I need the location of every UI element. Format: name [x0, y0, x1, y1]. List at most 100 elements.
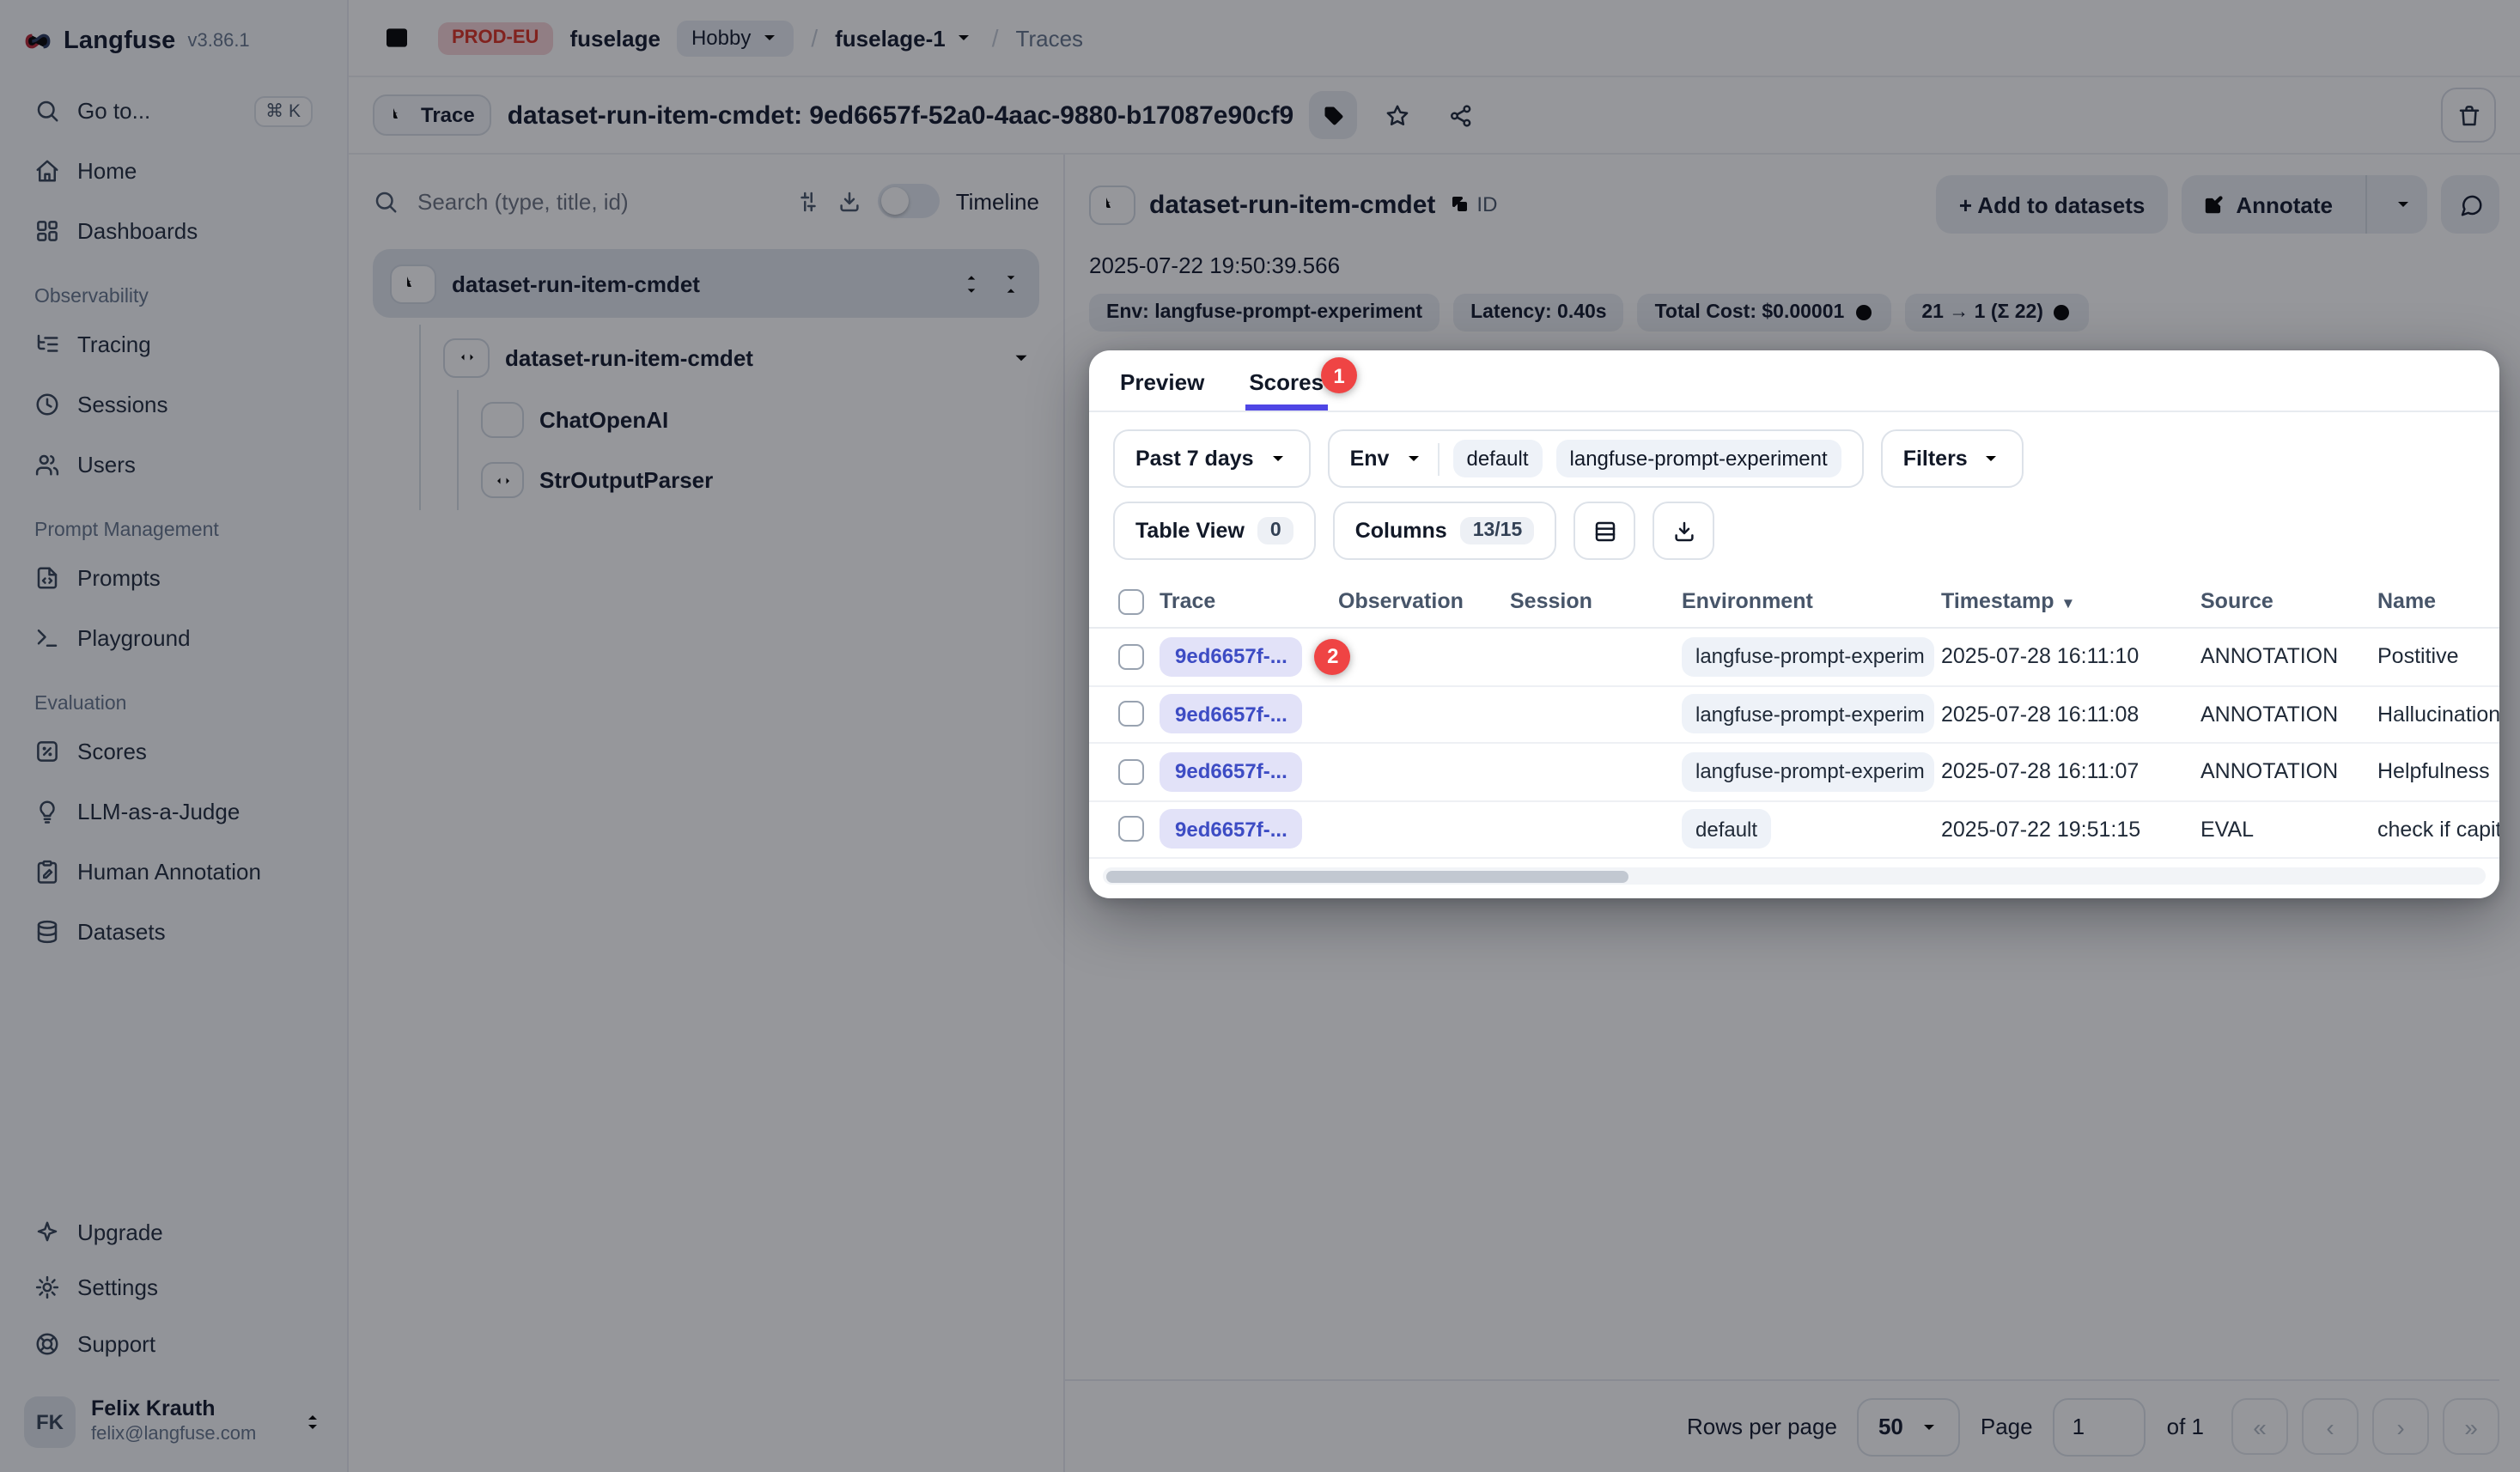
row-checkbox[interactable] — [1118, 759, 1144, 785]
annotate-dropdown-button[interactable] — [2379, 175, 2427, 234]
row-height-button[interactable] — [1573, 502, 1635, 560]
tab-preview[interactable]: Preview — [1117, 366, 1208, 411]
add-to-datasets-button[interactable]: + Add to datasets — [1937, 175, 2167, 234]
copy-id-button[interactable]: ID — [1449, 192, 1497, 216]
rows-per-page-select[interactable]: 50 — [1858, 1397, 1960, 1456]
breadcrumb-section: Traces — [1016, 25, 1084, 51]
tree-node-child[interactable]: dataset-run-item-cmdet — [421, 325, 1039, 390]
breadcrumb-separator: / — [811, 24, 818, 52]
sidebar-item-playground[interactable]: Playground — [21, 612, 326, 664]
page-label: Page — [1981, 1414, 2033, 1439]
chevron-down-icon — [1268, 448, 1288, 469]
col-observation[interactable]: Observation — [1338, 589, 1510, 613]
download-icon[interactable] — [837, 188, 863, 214]
trace-title: dataset-run-item-cmdet: 9ed6657f-52a0-4a… — [508, 100, 1293, 130]
col-name[interactable]: Name — [2377, 589, 2499, 613]
chevron-down-icon[interactable] — [1010, 346, 1032, 368]
tab-scores[interactable]: Scores — [1245, 366, 1327, 411]
col-trace[interactable]: Trace — [1160, 589, 1338, 613]
col-timestamp[interactable]: Timestamp▼ — [1941, 589, 2200, 613]
sidebar-item-settings[interactable]: Settings — [21, 1262, 326, 1313]
sidebar-item-label: Support — [77, 1330, 155, 1356]
breadcrumb-project[interactable]: fuselage-1 — [835, 25, 975, 51]
table-row[interactable]: 9ed6657f-... langfuse-prompt-experim 202… — [1089, 686, 2499, 744]
file-code-icon — [34, 565, 60, 591]
last-page-button[interactable]: » — [2443, 1398, 2499, 1455]
env-chip-default[interactable]: default — [1452, 440, 1542, 477]
env-filter[interactable]: Env default langfuse-prompt-experiment — [1328, 429, 1864, 488]
info-icon[interactable] — [2052, 302, 2073, 323]
sidebar-item-prompts[interactable]: Prompts — [21, 552, 326, 604]
first-page-icon: « — [2253, 1413, 2267, 1440]
col-session[interactable]: Session — [1510, 589, 1682, 613]
columns-button[interactable]: Columns 13/15 — [1333, 502, 1557, 560]
clock-icon — [34, 392, 60, 417]
sidebar-item-datasets[interactable]: Datasets — [21, 906, 326, 958]
sidebar-item-sessions[interactable]: Sessions — [21, 379, 326, 430]
page-input[interactable] — [2054, 1397, 2146, 1456]
filters-button[interactable]: Filters — [1881, 429, 2024, 488]
col-environment[interactable]: Environment — [1682, 589, 1941, 613]
col-source[interactable]: Source — [2200, 589, 2377, 613]
plan-badge[interactable]: Hobby — [678, 20, 794, 56]
sidebar-item-label: Scores — [77, 739, 147, 764]
timeline-toggle[interactable] — [879, 184, 940, 218]
fold-vertical-icon[interactable] — [1000, 272, 1022, 295]
trace-id-chip[interactable]: 9ed6657f-... — [1160, 810, 1303, 849]
share-button[interactable] — [1436, 91, 1484, 139]
delete-trace-button[interactable] — [2441, 88, 2496, 143]
sidebar-item-scores[interactable]: Scores — [21, 726, 326, 777]
select-all-checkbox[interactable] — [1118, 588, 1144, 614]
tree-node-generation[interactable]: ChatOpenAI — [459, 390, 1039, 450]
comments-button[interactable] — [2441, 175, 2499, 234]
info-icon[interactable] — [1853, 302, 1873, 323]
name-cell: Postitive — [2377, 645, 2499, 669]
table-row[interactable]: 9ed6657f-... langfuse-prompt-experim 202… — [1089, 744, 2499, 801]
trace-id-chip[interactable]: 9ed6657f-... — [1160, 752, 1303, 792]
chevron-down-icon — [954, 27, 975, 48]
tree-search-input[interactable] — [414, 186, 781, 216]
tag-button[interactable] — [1309, 91, 1357, 139]
timeline-label: Timeline — [956, 188, 1039, 214]
export-button[interactable] — [1653, 502, 1714, 560]
trace-id-chip[interactable]: 9ed6657f-... — [1160, 637, 1303, 677]
horizontal-scrollbar[interactable] — [1103, 867, 2486, 885]
brand[interactable]: Langfuse v3.86.1 — [24, 15, 323, 67]
env-chip-experiment[interactable]: langfuse-prompt-experiment — [1556, 440, 1841, 477]
scrollbar-thumb[interactable] — [1106, 870, 1628, 882]
tree-node-root[interactable]: dataset-run-item-cmdet — [373, 249, 1039, 318]
user-menu[interactable]: FK Felix Krauth felix@langfuse.com — [21, 1393, 326, 1451]
toggle-sidebar-button[interactable] — [373, 14, 421, 62]
sidebar-item-upgrade[interactable]: Upgrade — [21, 1206, 326, 1257]
unfold-vertical-icon[interactable] — [960, 272, 983, 295]
message-bubble-icon — [2457, 192, 2483, 217]
goto-search[interactable]: Go to... ⌘ K — [21, 85, 326, 137]
sidebar-item-tracing[interactable]: Tracing — [21, 319, 326, 370]
table-row[interactable]: 9ed6657f-... default 2025-07-22 19:51:15… — [1089, 801, 2499, 859]
download-icon — [1671, 518, 1696, 544]
date-range-filter[interactable]: Past 7 days — [1113, 429, 1311, 488]
row-checkbox[interactable] — [1118, 644, 1144, 670]
prev-page-button[interactable]: ‹ — [2302, 1398, 2359, 1455]
row-checkbox[interactable] — [1118, 817, 1144, 842]
tree-node-span[interactable]: StrOutputParser — [459, 450, 1039, 510]
breadcrumb-org[interactable]: fuselage — [569, 25, 660, 51]
table-view-button[interactable]: Table View 0 — [1113, 502, 1316, 560]
annotate-split-button[interactable]: Annotate — [2181, 175, 2427, 234]
sidebar-item-home[interactable]: Home — [21, 145, 326, 197]
sliders-icon[interactable] — [796, 188, 822, 214]
next-page-button[interactable]: › — [2372, 1398, 2429, 1455]
scores-table-header: Trace Observation Session Environment Ti… — [1089, 575, 2499, 629]
sidebar-item-dashboards[interactable]: Dashboards — [21, 205, 326, 257]
sidebar-item-human-annotation[interactable]: Human Annotation — [21, 846, 326, 897]
sidebar-item-llm-judge[interactable]: LLM-as-a-Judge — [21, 786, 326, 837]
sidebar-item-support[interactable]: Support — [21, 1317, 326, 1369]
sidebar-item-users[interactable]: Users — [21, 439, 326, 490]
trace-id-chip[interactable]: 9ed6657f-... — [1160, 695, 1303, 734]
bookmark-star-button[interactable] — [1373, 91, 1421, 139]
first-page-button[interactable]: « — [2231, 1398, 2288, 1455]
span-node-icon — [443, 338, 490, 377]
row-checkbox[interactable] — [1118, 702, 1144, 727]
chevrons-up-down-icon — [302, 1412, 323, 1432]
table-row[interactable]: 9ed6657f-...2 langfuse-prompt-experim 20… — [1089, 629, 2499, 686]
